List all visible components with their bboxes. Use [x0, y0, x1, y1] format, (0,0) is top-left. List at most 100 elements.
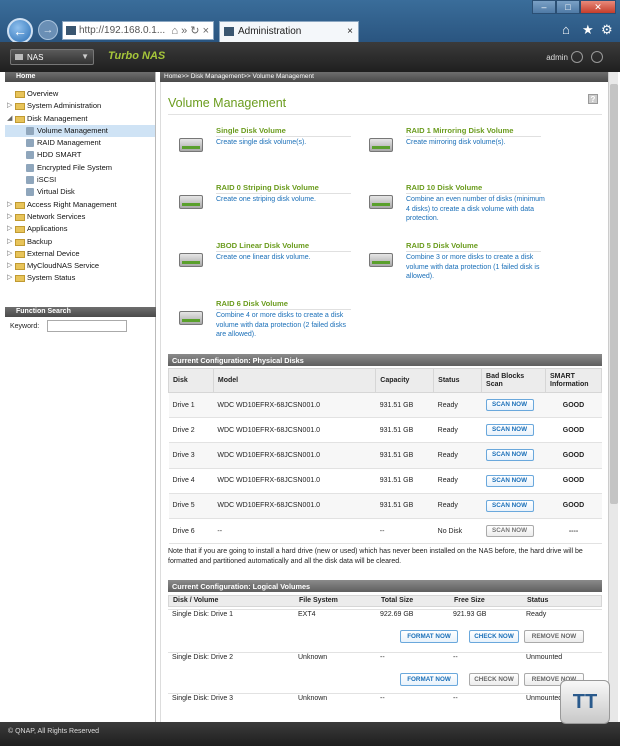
volume-type-name[interactable]: JBOD Linear Disk Volume	[216, 241, 309, 250]
tab-title: Administration	[238, 26, 302, 37]
table-row: Single Disk: Drive 2 Unknown -- -- Unmounted	[168, 652, 602, 664]
vertical-scrollbar[interactable]	[608, 72, 618, 722]
sidebar-item-network-services[interactable]: ▷ Network Services	[5, 211, 155, 223]
volume-type-description: Create mirroring disk volume(s).	[406, 139, 506, 146]
expand-toggle-icon[interactable]: ▷	[7, 100, 12, 112]
expand-toggle-icon[interactable]: ▷	[7, 211, 12, 223]
user-menu-icon[interactable]	[571, 51, 583, 63]
sidebar-item-virtual-disk[interactable]: Virtual Disk	[5, 186, 155, 198]
volume-type-name[interactable]: RAID 5 Disk Volume	[406, 241, 478, 250]
smart-status-cell: GOOD	[545, 391, 602, 419]
forward-button[interactable]: →	[38, 20, 58, 40]
status-cell: Ready	[433, 442, 482, 469]
folder-icon	[15, 275, 25, 283]
volume-type-description: Combine an even number of disks (minimum…	[406, 196, 545, 222]
volume-type-name[interactable]: Single Disk Volume	[216, 126, 286, 135]
cell-free: --	[453, 654, 458, 661]
physical-disks-table: Disk Model Capacity Status Bad Blocks Sc…	[168, 368, 602, 545]
expand-toggle-icon[interactable]: ▷	[7, 272, 12, 284]
volume-type-description: Create one linear disk volume.	[216, 254, 311, 261]
user-name[interactable]: admin	[546, 53, 568, 62]
address-bar[interactable]: http://192.168.0.1... ⌂ » ↻ ×	[62, 21, 214, 40]
minimize-button[interactable]: –	[532, 0, 556, 14]
volume-type-divider	[216, 193, 351, 194]
status-cell: Ready	[433, 467, 482, 494]
expand-toggle-icon[interactable]: ▷	[7, 223, 12, 235]
sidebar-item-hdd-smart[interactable]: HDD SMART	[5, 149, 155, 161]
sidebar-item-raid-management[interactable]: RAID Management	[5, 137, 155, 149]
sidebar-item-backup[interactable]: ▷ Backup	[5, 236, 155, 248]
scrollbar-thumb[interactable]	[610, 84, 618, 504]
maximize-button[interactable]: □	[556, 0, 580, 14]
sidebar-item-label: Volume Management	[37, 125, 108, 135]
volume-type-description: Combine 3 or more disks to create a disk…	[406, 254, 540, 280]
settings-gear-icon[interactable]: ⚙	[601, 22, 613, 38]
address-controls[interactable]: ⌂ » ↻ ×	[171, 24, 209, 37]
expand-toggle-icon[interactable]: ▷	[7, 199, 12, 211]
capacity-cell: 931.51 GB	[375, 492, 434, 519]
check-now-button[interactable]: CHECK NOW	[469, 630, 519, 643]
disk-cell: Drive 1	[168, 391, 214, 419]
cell-fs: EXT4	[298, 611, 316, 618]
nas-device-icon	[15, 54, 23, 60]
cell-1: File System	[299, 597, 338, 604]
nas-selector[interactable]: NAS ▼	[10, 49, 94, 65]
sidebar-item-applications[interactable]: ▷ Applications	[5, 223, 155, 235]
scan-now-button[interactable]: SCAN NOW	[485, 424, 534, 437]
format-now-button[interactable]: FORMAT NOW	[400, 673, 458, 686]
cell-2: Total Size	[381, 597, 414, 604]
close-window-button[interactable]: ✕	[580, 0, 616, 14]
keyword-input[interactable]	[47, 320, 128, 332]
favorites-star-icon[interactable]: ★	[582, 22, 594, 38]
sidebar-item-system-status[interactable]: ▷ System Status	[5, 272, 155, 284]
sidebar-item-access-right-management[interactable]: ▷ Access Right Management	[5, 199, 155, 211]
globe-language-icon[interactable]	[591, 51, 603, 63]
sidebar-item-overview[interactable]: Overview	[5, 88, 155, 100]
back-button[interactable]: ←	[7, 18, 33, 44]
check-now-button[interactable]: CHECK NOW	[469, 673, 519, 686]
chevron-down-icon: ▼	[81, 52, 89, 61]
cell-free: --	[453, 695, 458, 702]
smart-status-cell: GOOD	[545, 467, 602, 494]
scan-now-button[interactable]: SCAN NOW	[485, 499, 534, 512]
sidebar-item-iscsi[interactable]: iSCSI	[5, 174, 155, 186]
function-icon	[26, 188, 34, 197]
col-status: Status	[433, 368, 483, 393]
tab-close-icon[interactable]: ×	[347, 26, 353, 37]
format-now-button[interactable]: FORMAT NOW	[400, 630, 458, 643]
sidebar-item-external-device[interactable]: ▷ External Device	[5, 248, 155, 260]
volume-type-name[interactable]: RAID 1 Mirroring Disk Volume	[406, 126, 513, 135]
title-divider	[168, 114, 602, 115]
expand-toggle-icon[interactable]: ▷	[7, 260, 12, 272]
capacity-cell: 931.51 GB	[375, 467, 434, 494]
capacity-cell: 931.51 GB	[375, 417, 434, 444]
disk-cell: Drive 3	[168, 442, 214, 469]
scan-now-button[interactable]: SCAN NOW	[485, 399, 534, 412]
expand-toggle-icon[interactable]: ▷	[7, 248, 12, 260]
smart-status-cell: GOOD	[545, 417, 602, 444]
tab-administration[interactable]: Administration ×	[219, 21, 359, 42]
volume-type-divider	[216, 309, 351, 310]
sidebar-item-volume-management[interactable]: Volume Management	[5, 124, 155, 138]
volume-type-divider	[406, 193, 541, 194]
volume-type-name[interactable]: RAID 6 Disk Volume	[216, 299, 288, 308]
sidebar-item-encrypted-file-system[interactable]: Encrypted File System	[5, 162, 155, 174]
remove-now-button[interactable]: REMOVE NOW	[524, 630, 584, 643]
sidebar-item-label: iSCSI	[37, 175, 57, 185]
volume-type-name[interactable]: RAID 0 Striping Disk Volume	[216, 183, 319, 192]
sidebar-item-disk-management[interactable]: ◢ Disk Management	[5, 113, 155, 125]
table-row: Drive 3 WDC WD10EFRX-68JCSN001.0 931.51 GB…	[168, 442, 602, 469]
scan-now-button[interactable]: SCAN NOW	[485, 449, 534, 462]
help-icon[interactable]: ?	[588, 94, 598, 104]
folder-icon	[15, 250, 25, 258]
expand-toggle-icon[interactable]: ▷	[7, 236, 12, 248]
expand-toggle-icon[interactable]: ◢	[7, 113, 12, 125]
disk-volume-icon	[176, 245, 206, 273]
sidebar-item-mycloudnas-service[interactable]: ▷ MyCloudNAS Service	[5, 260, 155, 272]
sidebar-item-system-administration[interactable]: ▷ System Administration	[5, 100, 155, 112]
volume-type-name[interactable]: RAID 10 Disk Volume	[406, 183, 482, 192]
home-icon[interactable]: ⌂	[562, 22, 570, 37]
scan-now-button[interactable]: SCAN NOW	[485, 474, 534, 487]
disk-cell: Drive 4	[168, 467, 214, 494]
scan-now-button[interactable]: SCAN NOW	[485, 525, 534, 538]
